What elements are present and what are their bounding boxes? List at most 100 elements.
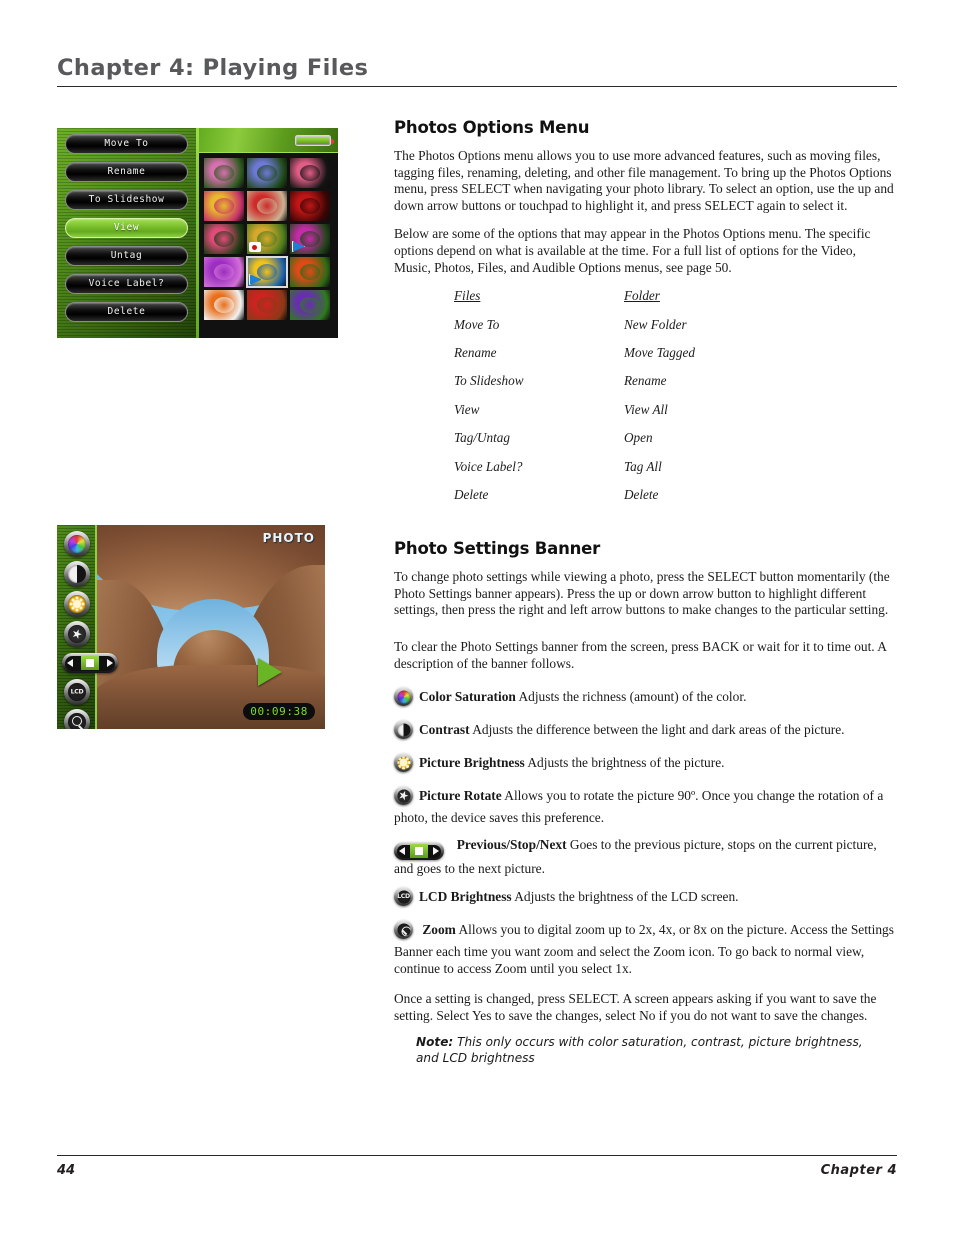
thumbnail-mixed-wildflowers[interactable] xyxy=(247,224,287,254)
thumbnail-flower-shape xyxy=(300,198,320,214)
note-label: Note: xyxy=(416,1035,454,1050)
options-reference-table: Files Folder Move To New Folder Rename Move… xyxy=(454,288,794,515)
thumbnail-yellow-pink-daisies[interactable] xyxy=(204,191,244,221)
thumbnail-red-tulips[interactable] xyxy=(247,191,287,221)
thumbnail-orange-red-blooms[interactable] xyxy=(290,257,330,287)
device-menu-button-move-to[interactable]: Move To xyxy=(65,134,188,154)
options-folder-cell: Open xyxy=(624,430,653,446)
banner-desc-lcd-brightness: Adjusts the brightness of the LCD screen… xyxy=(511,889,739,905)
rail-picture-brightness-icon[interactable] xyxy=(64,591,90,622)
banner-item-picture-brightness: Picture Brightness Adjusts the brightnes… xyxy=(394,753,894,776)
previous-stop-next-icon xyxy=(394,842,444,861)
rail-contrast-icon[interactable] xyxy=(64,561,90,592)
photo-settings-rail xyxy=(57,525,118,729)
thumbnail-purple-azalea[interactable] xyxy=(204,257,244,287)
note-block: Note: This only occurs with color satura… xyxy=(416,1034,876,1066)
device-menu-button-rename[interactable]: Rename xyxy=(65,162,188,182)
page-title: Chapter 4: Playing Files xyxy=(57,55,369,81)
thumbnail-flower-shape xyxy=(300,165,320,181)
options-folder-cell: Tag All xyxy=(624,458,662,474)
device-menu-button-to-slideshow[interactable]: To Slideshow xyxy=(65,190,188,210)
play-icon[interactable] xyxy=(258,658,282,686)
rail-zoom-icon[interactable] xyxy=(64,709,90,729)
rail-lcd-brightness-icon[interactable] xyxy=(64,679,90,710)
banner-label-color-saturation: Color Saturation xyxy=(419,689,516,705)
photo-settings-banner-heading: Photo Settings Banner xyxy=(394,539,601,559)
contrast-icon xyxy=(394,720,413,743)
thumbnail-orange-tiger-lily[interactable] xyxy=(204,290,244,320)
photos-options-paragraph-2: Below are some of the options that may a… xyxy=(394,226,871,275)
note-text: This only occurs with color saturation, … xyxy=(416,1035,863,1066)
photos-options-paragraph-1: The Photos Options menu allows you to us… xyxy=(394,148,894,213)
options-col-folder-header: Folder xyxy=(624,288,660,304)
photo-viewport: PHOTO 00:09:38 xyxy=(97,525,325,729)
thumbnail-flower-shape xyxy=(257,297,277,313)
options-folder-cell: View All xyxy=(624,401,668,417)
thumbnail-grid[interactable] xyxy=(204,158,333,321)
banner-desc-color-saturation: Adjusts the richness (amount) of the col… xyxy=(515,689,747,705)
banner-label-contrast: Contrast xyxy=(419,722,470,738)
options-files-cell: To Slideshow xyxy=(454,373,524,389)
thumbnail-red-flower-field[interactable] xyxy=(247,290,287,320)
options-table-row: To Slideshow Rename xyxy=(454,373,794,401)
thumbnail-flower-shape xyxy=(300,264,320,280)
thumbnail-yellow-sunflower[interactable] xyxy=(246,256,288,288)
banner-item-lcd-brightness: LCD Brightness Adjusts the brightness of… xyxy=(394,887,894,910)
options-table-row: Tag/Untag Open xyxy=(454,430,794,458)
thumbnail-flower-shape xyxy=(214,231,234,247)
options-table-header-row: Files Folder xyxy=(454,288,794,316)
thumbnail-flower-shape xyxy=(214,165,234,181)
voice-label-badge-icon xyxy=(249,242,261,252)
rail-previous-stop-next-icon[interactable] xyxy=(62,653,118,673)
thumbnail-flower-shape xyxy=(257,264,277,280)
manual-page: Chapter 4: Playing Files Move To Rename … xyxy=(0,0,954,1235)
banner-item-color-saturation: Color Saturation Adjusts the richness (a… xyxy=(394,687,894,710)
banner-item-contrast: Contrast Adjusts the difference between … xyxy=(394,720,894,743)
options-table-row: Voice Label? Tag All xyxy=(454,459,794,487)
device-menu-button-view[interactable]: View xyxy=(65,218,188,238)
menu-button-panel: Move To Rename To Slideshow View Untag V… xyxy=(57,128,196,338)
banner-label-previous-stop-next: Previous/Stop/Next xyxy=(456,837,567,853)
thumbnail-flower-shape xyxy=(214,198,234,214)
banner-desc-contrast: Adjusts the difference between the light… xyxy=(469,722,845,738)
thumbnail-magenta-orchid[interactable] xyxy=(290,224,330,254)
thumbnail-flower-shape xyxy=(300,297,320,313)
thumbnail-purple-iris[interactable] xyxy=(290,290,330,320)
device-status-bar xyxy=(199,128,338,153)
device-menu-button-untag[interactable]: Untag xyxy=(65,246,188,266)
picture-rotate-icon xyxy=(394,786,413,809)
closing-paragraph: Once a setting is changed, press SELECT.… xyxy=(394,991,877,1023)
thumbnail-flower-shape xyxy=(300,231,320,247)
thumbnail-blue-forget-me-not[interactable] xyxy=(247,158,287,188)
options-folder-cell: New Folder xyxy=(624,316,687,332)
device-menu-button-delete[interactable]: Delete xyxy=(65,302,188,322)
page-footer: 44 Chapter 4 xyxy=(57,1155,897,1178)
header-divider xyxy=(57,86,897,87)
options-files-cell: Rename xyxy=(454,344,497,360)
banner-desc-picture-brightness: Adjusts the brightness of the picture. xyxy=(524,755,725,771)
rail-color-saturation-icon[interactable] xyxy=(64,531,90,562)
device-menu-button-voice-label[interactable]: Voice Label? xyxy=(65,274,188,294)
options-folder-cell: Move Tagged xyxy=(624,344,695,360)
thumbnail-flower-shape xyxy=(214,264,234,280)
thumbnail-pink-blossoms[interactable] xyxy=(290,158,330,188)
options-files-cell: Delete xyxy=(454,486,489,502)
thumbnail-red-rose[interactable] xyxy=(290,191,330,221)
thumbnail-pink-lotus[interactable] xyxy=(204,158,244,188)
thumbnail-flower-shape xyxy=(214,297,234,313)
photos-options-menu-screenshot: Move To Rename To Slideshow View Untag V… xyxy=(57,128,338,338)
options-table-row: Move To New Folder xyxy=(454,317,794,345)
banner-label-picture-rotate: Picture Rotate xyxy=(419,788,502,804)
options-files-cell: Tag/Untag xyxy=(454,430,510,446)
footer-page-number: 44 xyxy=(57,1163,76,1178)
thumbnail-flower-shape xyxy=(257,165,277,181)
photos-options-menu-heading: Photos Options Menu xyxy=(394,118,590,137)
thumbnail-pink-lily[interactable] xyxy=(204,224,244,254)
rail-picture-rotate-icon[interactable] xyxy=(64,621,90,652)
banner-label-lcd-brightness: LCD Brightness xyxy=(419,889,512,905)
content-column: Photos Options Menu The Photos Options m… xyxy=(394,118,894,1066)
footer-chapter-label: Chapter 4 xyxy=(820,1163,897,1178)
banner-desc-zoom: Allows you to digital zoom up to 2x, 4x,… xyxy=(394,922,894,977)
picture-brightness-icon xyxy=(394,753,413,776)
photo-library-panel xyxy=(199,128,338,338)
